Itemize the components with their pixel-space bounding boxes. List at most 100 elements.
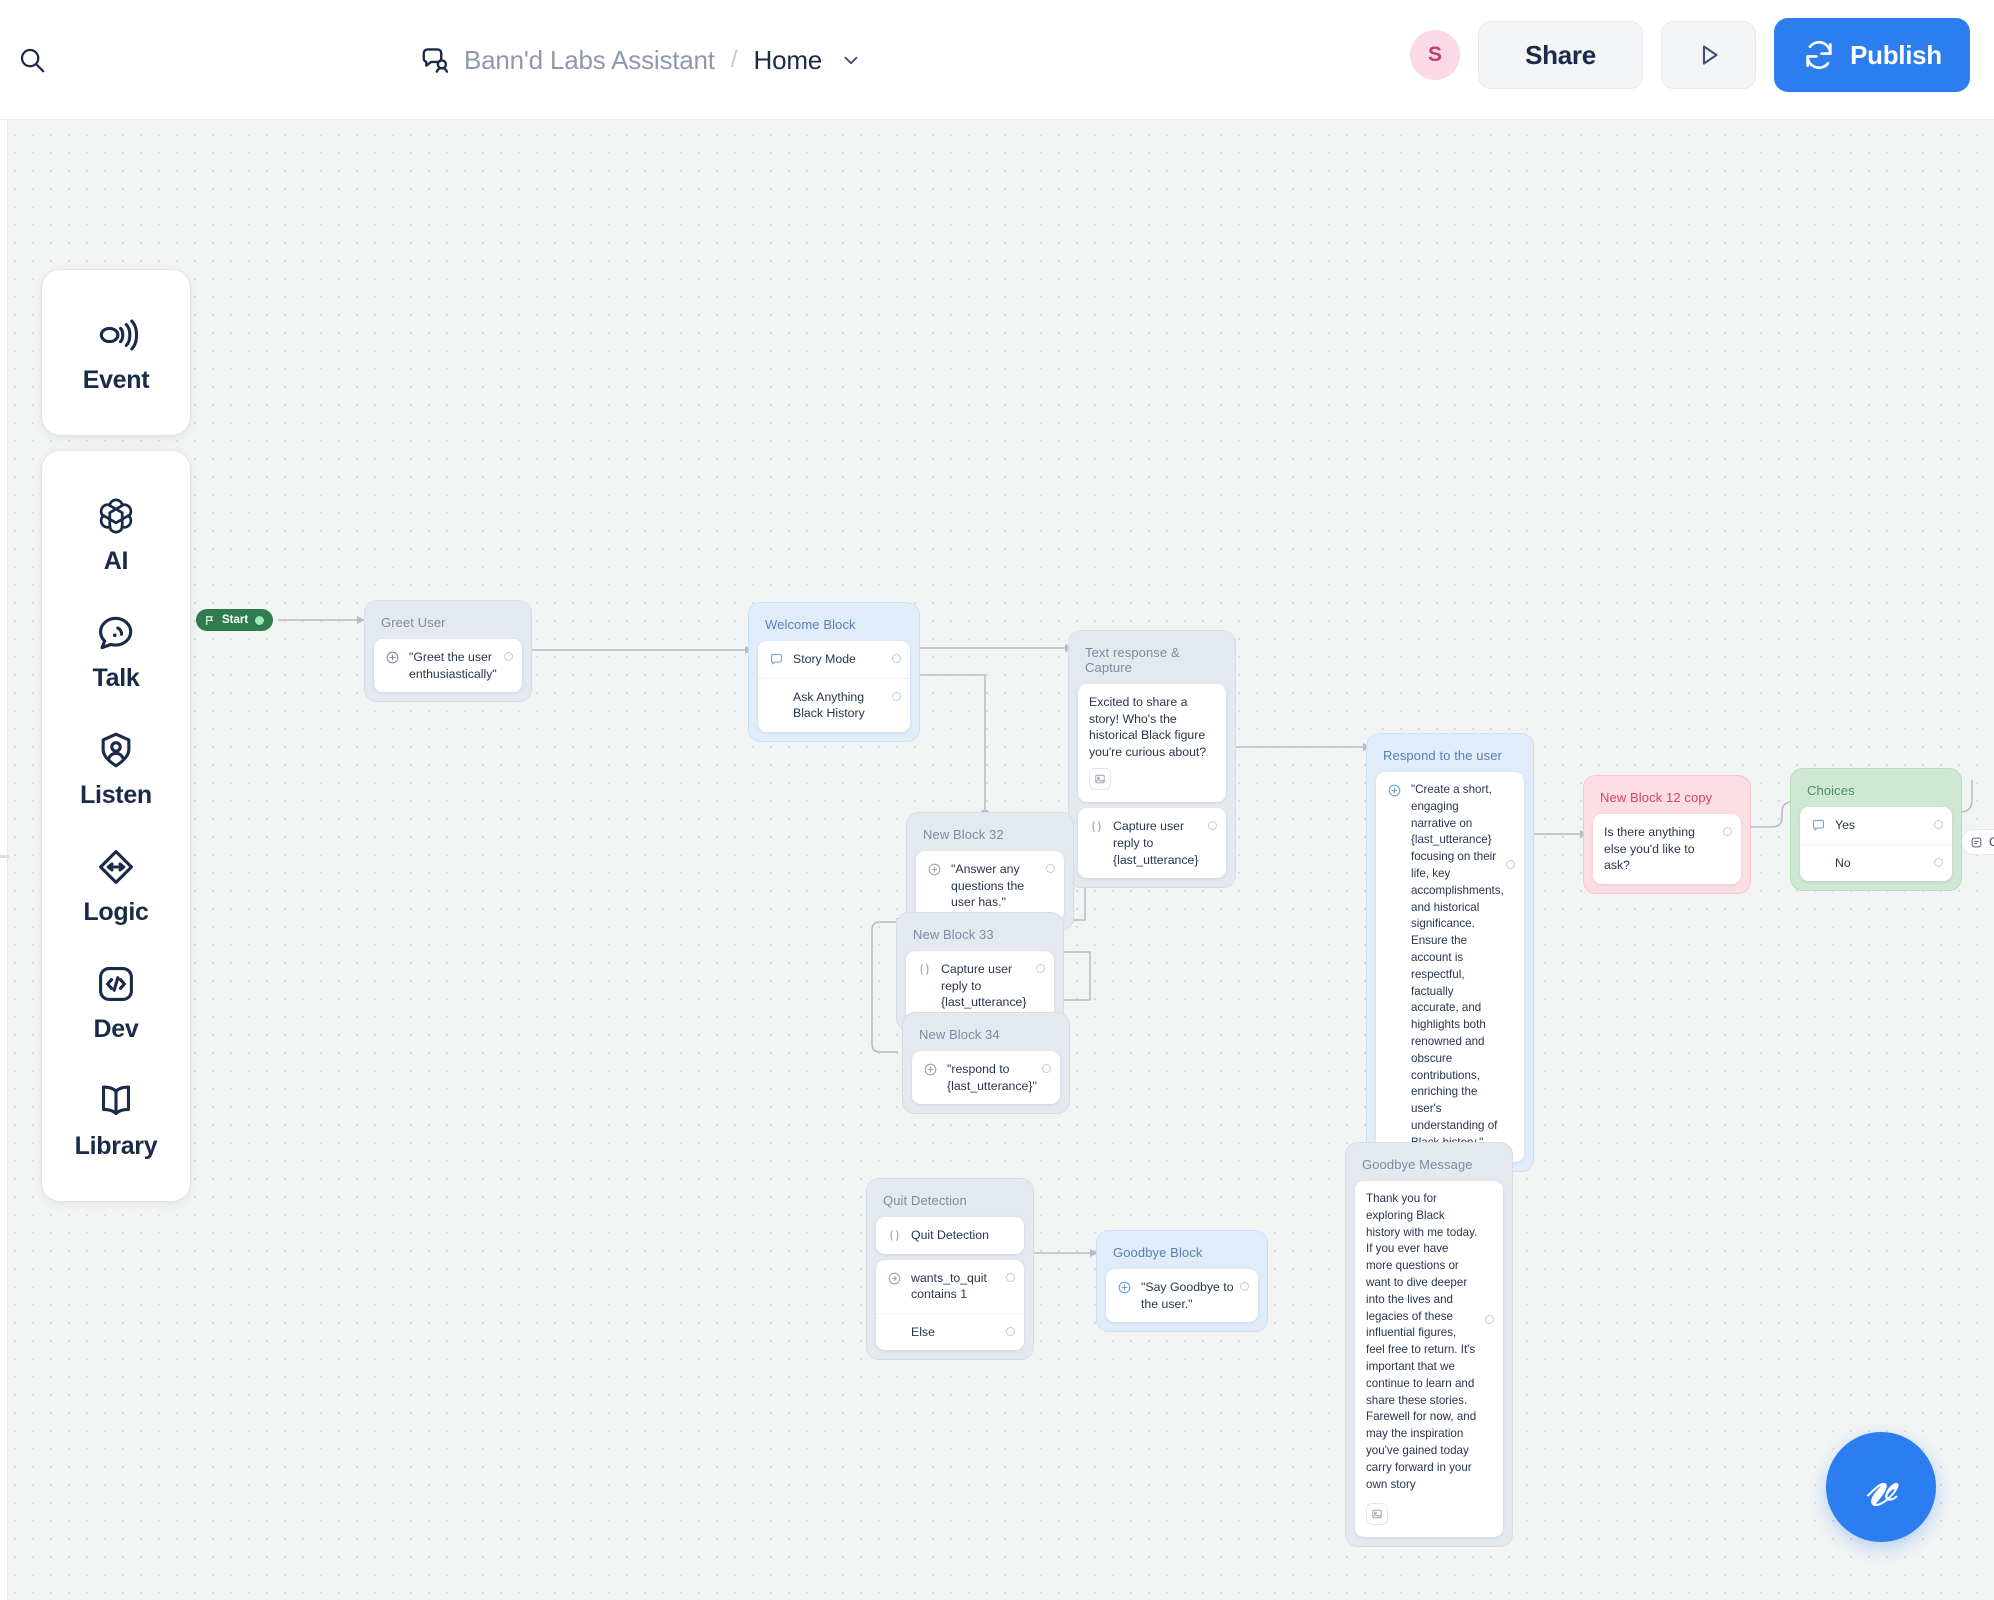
block-greet-user[interactable]: Greet User "Greet the user enthusiastica… xyxy=(364,600,532,703)
block-row[interactable]: Capture user reply to {last_utterance} xyxy=(906,951,1054,1021)
avatar[interactable]: S xyxy=(1410,30,1460,80)
run-prototype-button[interactable] xyxy=(1661,21,1756,89)
block-row[interactable]: "respond to {last_utterance}" xyxy=(912,1051,1060,1104)
block-port[interactable] xyxy=(1208,821,1217,831)
block-row[interactable]: Ask Anything Black History xyxy=(758,677,910,732)
block-row[interactable]: Excited to share a story! Who's the hist… xyxy=(1078,684,1226,802)
block-row[interactable]: Story Mode xyxy=(758,641,910,678)
block-new-block-12-copy[interactable]: New Block 12 copy Is there anything else… xyxy=(1583,775,1751,894)
search-icon xyxy=(20,48,45,73)
breadcrumb-current[interactable]: Home xyxy=(754,45,823,76)
block-choices[interactable]: Choices Yes No xyxy=(1790,768,1962,892)
share-button[interactable]: Share xyxy=(1478,21,1643,89)
condition-icon xyxy=(890,1230,899,1241)
sidebar-item-dev[interactable]: Dev xyxy=(42,945,190,1062)
block-port[interactable] xyxy=(1036,964,1045,973)
block-row-text: No xyxy=(1835,855,1851,870)
sidebar-item-label: Library xyxy=(74,1132,158,1160)
attachment-button[interactable] xyxy=(1089,768,1111,791)
block-goodbye[interactable]: Goodbye Block "Say Goodbye to the user." xyxy=(1096,1230,1268,1333)
sidebar-item-talk[interactable]: Talk xyxy=(42,594,190,711)
attachment-button[interactable] xyxy=(1366,1503,1388,1526)
block-title: New Block 12 copy xyxy=(1600,790,1713,805)
chevron-down-icon[interactable] xyxy=(840,49,862,71)
block-new-block-34[interactable]: New Block 34 "respond to {last_utterance… xyxy=(902,1012,1070,1115)
block-title: Greet User xyxy=(381,615,446,630)
block-port[interactable] xyxy=(1934,857,1943,867)
offscreen-chip-label: Go xyxy=(1989,835,1994,849)
refresh-icon xyxy=(1806,40,1832,70)
block-goodbye-message[interactable]: Goodbye Message Thank you for exploring … xyxy=(1345,1142,1513,1548)
tools-sidebar: Event AI Talk Listen Logic Dev Library xyxy=(42,270,190,1201)
block-row-text: "Answer any questions the user has." xyxy=(951,862,1025,910)
offscreen-goodbye-chip[interactable]: Go xyxy=(1961,829,1994,855)
flag-icon xyxy=(206,615,213,625)
block-row-text: "Greet the user enthusiastically" xyxy=(409,650,497,681)
block-title: New Block 32 xyxy=(923,827,1004,842)
block-row-text: Story Mode xyxy=(793,652,856,666)
variable-icon xyxy=(920,964,929,975)
block-row[interactable]: "Greet the user enthusiastically" xyxy=(374,639,522,692)
sidebar-item-logic[interactable]: Logic xyxy=(42,828,190,945)
app-header: Bann'd Labs Assistant / Home S Share Pub… xyxy=(0,0,1994,120)
block-row-text: "Create a short, engaging narrative on {… xyxy=(1411,783,1504,1149)
block-title: New Block 34 xyxy=(919,1027,1000,1042)
sidebar-item-listen[interactable]: Listen xyxy=(42,711,190,828)
block-row[interactable]: Capture user reply to {last_utterance} xyxy=(1078,808,1226,878)
block-port[interactable] xyxy=(1485,1315,1494,1324)
block-port[interactable] xyxy=(892,691,901,701)
block-port[interactable] xyxy=(504,652,513,661)
play-icon xyxy=(1702,45,1718,65)
search-button[interactable] xyxy=(10,38,54,82)
sidebar-item-label: AI xyxy=(103,547,129,575)
block-port[interactable] xyxy=(1934,820,1943,829)
ai-sparkle-icon xyxy=(1388,784,1401,797)
block-port[interactable] xyxy=(1006,1326,1015,1336)
start-chip[interactable]: Start xyxy=(196,609,274,631)
sidebar-group-steps: AI Talk Listen Logic Dev Library xyxy=(42,451,190,1201)
sidebar-item-library[interactable]: Library xyxy=(42,1062,190,1179)
block-text-response-capture[interactable]: Text response & Capture Excited to share… xyxy=(1068,630,1236,889)
breadcrumb-project[interactable]: Bann'd Labs Assistant xyxy=(464,45,715,76)
sidebar-item-event[interactable]: Event xyxy=(42,296,190,413)
start-status-dot xyxy=(255,615,265,625)
sidebar-item-ai[interactable]: AI xyxy=(42,477,190,594)
block-row[interactable]: No xyxy=(1800,843,1952,882)
voiceflow-assistant-button[interactable]: 𝓿 xyxy=(1826,1432,1936,1542)
block-title: Text response & Capture xyxy=(1085,645,1180,675)
block-row[interactable]: Thank you for exploring Black history wi… xyxy=(1355,1181,1503,1537)
capture-bubble-icon xyxy=(770,653,783,665)
block-row[interactable]: "Create a short, engaging narrative on {… xyxy=(1376,772,1524,1162)
block-row-text: Capture user reply to {last_utterance} xyxy=(1113,819,1199,867)
block-port[interactable] xyxy=(1240,1282,1249,1291)
block-row[interactable]: Is there anything else you'd like to ask… xyxy=(1593,814,1741,884)
block-port[interactable] xyxy=(1506,860,1515,869)
sidebar-item-label: Dev xyxy=(93,1015,139,1043)
ai-sparkle-icon xyxy=(386,651,399,664)
block-port[interactable] xyxy=(1042,1064,1051,1073)
block-respond-to-user[interactable]: Respond to the user "Create a short, eng… xyxy=(1366,733,1534,1172)
share-button-label: Share xyxy=(1525,39,1596,70)
block-port[interactable] xyxy=(1723,827,1732,836)
block-title: New Block 33 xyxy=(913,927,994,942)
block-welcome[interactable]: Welcome Block Story Mode Ask Anything Bl… xyxy=(748,602,920,742)
sidebar-item-label: Talk xyxy=(92,664,140,692)
block-row[interactable]: Yes xyxy=(1800,807,1952,844)
block-port[interactable] xyxy=(892,654,901,663)
flow-canvas[interactable]: Start Go Greet User "Greet the user enth… xyxy=(0,120,1994,1600)
block-port[interactable] xyxy=(1046,864,1055,873)
block-row[interactable]: wants_to_quit contains 1 xyxy=(876,1260,1024,1313)
block-row-text: "respond to {last_utterance}" xyxy=(947,1062,1037,1093)
block-row[interactable]: Else xyxy=(876,1312,1024,1351)
block-port[interactable] xyxy=(1006,1272,1015,1282)
block-row[interactable]: "Answer any questions the user has." xyxy=(916,851,1064,921)
variable-icon xyxy=(1092,821,1101,833)
block-row-text: Ask Anything Black History xyxy=(793,689,865,721)
block-row[interactable]: Quit Detection xyxy=(876,1217,1024,1254)
block-row[interactable]: "Say Goodbye to the user." xyxy=(1106,1269,1258,1322)
ai-sparkle-icon xyxy=(1118,1281,1131,1294)
block-quit-detection[interactable]: Quit Detection Quit Detection wants_to_q… xyxy=(866,1178,1034,1361)
publish-button[interactable]: Publish xyxy=(1774,18,1970,92)
block-row-text: Capture user reply to {last_utterance} xyxy=(941,962,1027,1010)
event-broadcast-icon xyxy=(94,312,138,358)
